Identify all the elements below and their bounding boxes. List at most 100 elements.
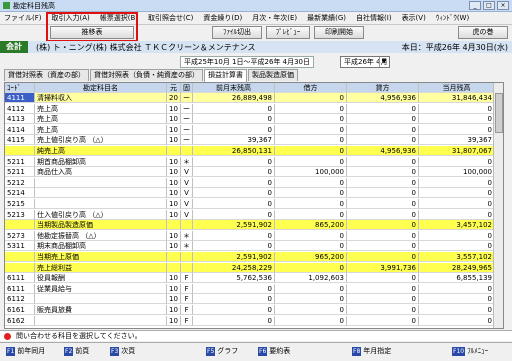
menu-monthly[interactable]: 月次・年次(E): [252, 13, 297, 23]
close-button[interactable]: ×: [497, 1, 509, 10]
table-row[interactable]: 4112 売上高 10 ー 0 0 0 0: [5, 103, 495, 114]
cell-k: V: [181, 188, 193, 199]
table-row[interactable]: 5213 仕入値引戻り高 （△） 10 V 0 0 0 0: [5, 209, 495, 220]
file-export-button[interactable]: ﾌｧｲﾙ切出: [212, 26, 262, 39]
cell-prev: 0: [193, 103, 275, 114]
table-row[interactable]: 5273 他勘定振替高 （△） 10 ＊ 0 0 0 0: [5, 230, 495, 241]
table-row[interactable]: 5311 期末商品棚卸高 10 ＊ 0 0 0 0: [5, 241, 495, 252]
print-button[interactable]: 印刷開始: [314, 26, 364, 39]
menu-window[interactable]: ｳｨﾝﾄﾞｳ(W): [436, 13, 469, 23]
col-credit: 貸方: [347, 83, 419, 93]
cell-g: 10: [167, 199, 181, 209]
help-button[interactable]: 虎の巻: [458, 26, 508, 39]
cell-k: V: [181, 199, 193, 209]
table-row[interactable]: 6161 販売員旅費 10 F 0 0 0 0: [5, 305, 495, 315]
subtotal-row[interactable]: 純売上高 26,850,131 0 4,956,936 31,807,067: [5, 146, 495, 156]
cell-g: 10: [167, 315, 181, 326]
cell-prev: 0: [193, 188, 275, 199]
month-select[interactable]: 平成26年 4月 ▼: [340, 56, 390, 68]
table-row[interactable]: 6111 従業員給与 10 F 0 0 0 0: [5, 283, 495, 294]
col-gen: 元: [167, 83, 181, 93]
cell-debit: 0: [275, 230, 347, 241]
preview-button[interactable]: ﾌﾟﾚﾋﾞｭｰ: [266, 26, 310, 39]
today-date: 本日：平成26年 4月30日(水): [401, 43, 508, 52]
tab-manufacturing[interactable]: 製品製造原価: [248, 69, 298, 81]
tab-pl[interactable]: 損益計算書: [204, 69, 247, 82]
cell-g: 10: [167, 177, 181, 188]
table-row[interactable]: 5214 10 V 0 0 0 0: [5, 188, 495, 199]
cell-g: 10: [167, 188, 181, 199]
minimize-button[interactable]: _: [469, 1, 481, 10]
table-row[interactable]: 6112 10 F 0 0 0 0: [5, 294, 495, 305]
cell-credit: 0: [347, 188, 419, 199]
table-row[interactable]: 5212 10 V 0 0 0 0: [5, 177, 495, 188]
table-row[interactable]: 4114 売上高 10 ー 0 0 0 0: [5, 124, 495, 135]
cell-k: [181, 252, 193, 262]
cell-g: 10: [167, 209, 181, 220]
subtotal-row[interactable]: 当期製品製造原価 2,591,902 865,200 0 3,457,102: [5, 220, 495, 231]
menu-report[interactable]: 帳票選択(B): [100, 13, 138, 23]
cell-name: 期末商品棚卸高: [35, 241, 167, 252]
tab-bs-assets[interactable]: 貸借対照表（資産の部）: [4, 69, 89, 81]
menu-file[interactable]: ファイル(F): [4, 13, 42, 23]
cell-debit: 0: [275, 262, 347, 273]
cell-code: 5211: [5, 156, 35, 167]
cell-credit: 0: [347, 177, 419, 188]
cell-prev: 0: [193, 124, 275, 135]
cell-g: [167, 220, 181, 231]
cell-debit: 0: [275, 315, 347, 326]
cell-code: 5273: [5, 230, 35, 241]
cell-debit: 1,092,603: [275, 273, 347, 284]
subtotal-row[interactable]: 売上総利益 24,258,229 0 3,991,736 28,249,965: [5, 262, 495, 273]
fkey-next-page[interactable]: F3 次頁: [110, 345, 135, 357]
fkey-full-menu[interactable]: F10 ﾌﾙﾒﾆｭｰ: [452, 345, 488, 357]
cell-cur: 0: [419, 230, 495, 241]
cell-debit: 0: [275, 305, 347, 315]
cell-code: 6111: [5, 283, 35, 294]
app-icon: [3, 2, 10, 9]
info-icon: [4, 333, 11, 340]
cell-debit: 865,200: [275, 220, 347, 231]
cell-code: [5, 146, 35, 156]
menu-cashflow[interactable]: 資金繰り(D): [203, 13, 242, 23]
tab-bs-liabilities[interactable]: 貸借対照表（負債・純資産の部）: [90, 69, 203, 81]
cell-credit: 0: [347, 230, 419, 241]
cell-code: 4113: [5, 114, 35, 125]
vertical-scrollbar[interactable]: [493, 83, 503, 328]
table-row[interactable]: 6111 役員報酬 10 F 5,762,536 1,092,603 0 6,855,139: [5, 273, 495, 284]
maximize-button[interactable]: □: [483, 1, 495, 10]
menu-performance[interactable]: 最新業績(G): [307, 13, 346, 23]
cell-prev: 0: [193, 315, 275, 326]
cell-code: [5, 220, 35, 231]
cell-credit: 0: [347, 220, 419, 231]
table-row[interactable]: 4115 売上値引戻り高 （△） 10 ー 39,367 0 0 39,367: [5, 135, 495, 146]
table-row[interactable]: 5215 10 V 0 0 0 0: [5, 199, 495, 209]
scroll-thumb[interactable]: [495, 93, 503, 133]
cell-prev: 0: [193, 167, 275, 178]
table-row[interactable]: 6162 10 F 0 0 0 0: [5, 315, 495, 326]
menu-company[interactable]: 自社情報(I): [356, 13, 392, 23]
cell-credit: 0: [347, 283, 419, 294]
table-row[interactable]: 4111 清掃料収入 20 ー 26,889,498 0 4,956,936 31,846,4…: [5, 93, 495, 103]
cell-prev: 0: [193, 209, 275, 220]
cell-code: 6112: [5, 294, 35, 305]
fkey-prev-year[interactable]: F1 前年同月: [6, 345, 45, 357]
chevron-down-icon[interactable]: ▼: [379, 57, 388, 67]
suii-button[interactable]: 推移表: [50, 26, 134, 39]
table-row[interactable]: 4113 売上高 10 ー 0 0 0 0: [5, 114, 495, 125]
fkey-prev-page[interactable]: F2 前頁: [64, 345, 89, 357]
cell-name: 仕入値引戻り高 （△）: [35, 209, 167, 220]
menu-inquiry[interactable]: 取引照会せ(C): [148, 13, 193, 23]
subtotal-row[interactable]: 当期売上原価 2,591,902 965,200 0 3,557,102: [5, 252, 495, 262]
fkey-graph[interactable]: F5 グラフ: [206, 345, 238, 357]
cell-credit: 0: [347, 294, 419, 305]
fkey-date[interactable]: F8 年月指定: [352, 345, 391, 357]
cell-debit: 0: [275, 188, 347, 199]
menu-entry[interactable]: 取引入力(A): [52, 13, 90, 23]
menu-view[interactable]: 表示(V): [402, 13, 426, 23]
table-row[interactable]: 5211 商品仕入高 10 V 0 100,000 0 100,000: [5, 167, 495, 178]
cell-g: 10: [167, 273, 181, 284]
fkey-summary[interactable]: F6 要約表: [258, 345, 290, 357]
cell-code: [5, 252, 35, 262]
table-row[interactable]: 5211 期首商品棚卸高 10 ＊ 0 0 0 0: [5, 156, 495, 167]
